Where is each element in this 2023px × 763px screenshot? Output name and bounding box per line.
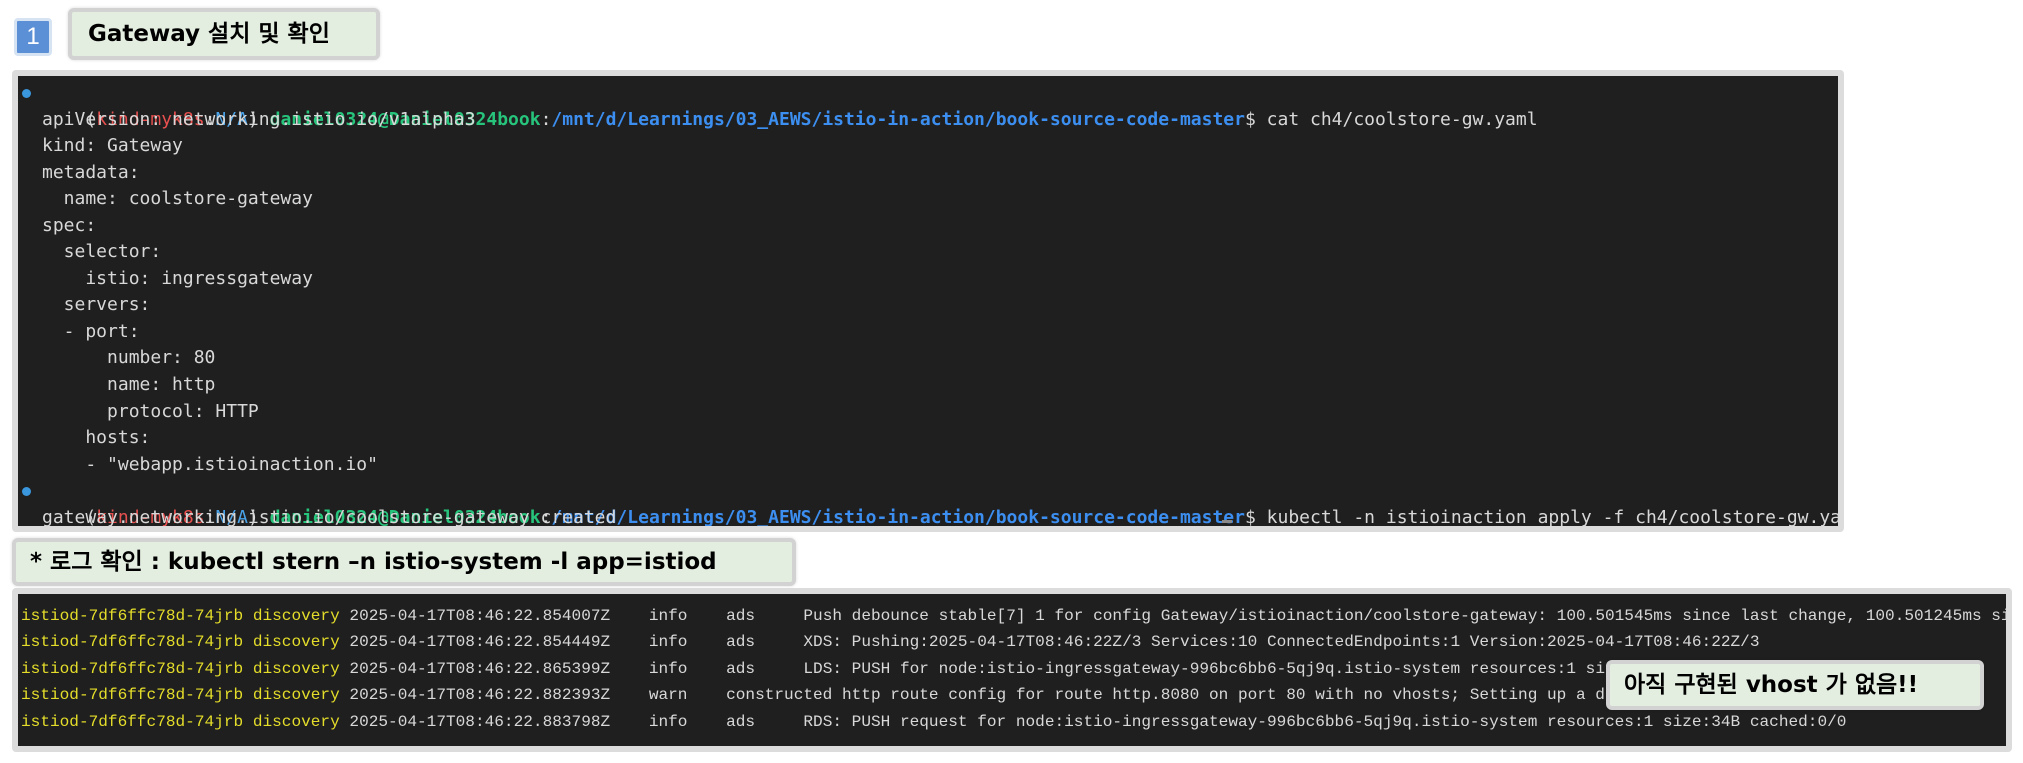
prompt-line: (kind-myk8s:N/A) daniel0324@Daniel0324bo… xyxy=(22,80,1838,130)
terminal-gateway-apply[interactable]: (kind-myk8s:N/A) daniel0324@Daniel0324bo… xyxy=(12,70,1844,532)
yaml-line: istio: ingressgateway xyxy=(42,267,313,289)
yaml-line: metadata: xyxy=(42,161,140,183)
log-message: constructed http route config for route … xyxy=(726,686,1760,705)
log-level: info xyxy=(648,659,688,678)
log-message: Push debounce stable[7] 1 for config Gat… xyxy=(803,607,2011,625)
log-time: 2025-04-17T08:46:22.854007Z xyxy=(349,607,611,625)
prompt-dot-icon xyxy=(22,89,31,98)
log-scope: ads xyxy=(726,633,756,652)
log-scope: ads xyxy=(726,607,756,625)
scrollbar-thumb[interactable] xyxy=(1222,520,1232,523)
log-pod: istiod-7df6ffc78d-74jrb xyxy=(21,659,244,678)
prompt-line: (kind-myk8s:N/A) daniel0324@Daniel0324bo… xyxy=(22,478,1838,526)
log-time: 2025-04-17T08:46:22.865399Z xyxy=(349,659,611,678)
log-line: istiod-7df6ffc78d-74jrb discovery 2025-0… xyxy=(21,603,2006,629)
log-container: discovery xyxy=(252,607,340,625)
log-container: discovery xyxy=(252,686,340,705)
prompt-dot-icon xyxy=(22,487,31,497)
step-number-badge: 1 xyxy=(14,18,52,56)
yaml-line: - "webapp.istioinaction.io" xyxy=(42,453,378,475)
log-container: discovery xyxy=(252,633,340,652)
log-level: info xyxy=(648,607,688,625)
step-title: Gateway 설치 및 확인 xyxy=(68,8,380,60)
yaml-line: hosts: xyxy=(42,427,151,449)
yaml-line: spec: xyxy=(42,214,97,236)
log-pod: istiod-7df6ffc78d-74jrb xyxy=(21,686,244,705)
log-container: discovery xyxy=(252,712,340,731)
log-time: 2025-04-17T08:46:22.882393Z xyxy=(349,686,611,705)
yaml-line: apiVersion: networking.istio.io/v1alpha3 xyxy=(42,108,476,130)
log-level: warn xyxy=(648,686,688,705)
log-message: LDS: PUSH for node:istio-ingressgateway-… xyxy=(803,659,1683,678)
vhost-note: 아직 구현된 vhost 가 없음!! xyxy=(1606,660,1984,710)
log-command-note: * 로그 확인 : kubectl stern –n istio-system … xyxy=(12,538,796,586)
log-pod: istiod-7df6ffc78d-74jrb xyxy=(21,607,244,625)
yaml-line: protocol: HTTP xyxy=(42,400,259,422)
yaml-line: selector: xyxy=(42,241,162,263)
log-scope: ads xyxy=(726,659,756,678)
yaml-line: name: http xyxy=(42,374,216,396)
log-message: XDS: Pushing:2025-04-17T08:46:22Z/3 Serv… xyxy=(803,633,1760,652)
log-pod: istiod-7df6ffc78d-74jrb xyxy=(21,712,244,731)
yaml-line: number: 80 xyxy=(42,347,216,369)
log-scope: ads xyxy=(726,712,756,731)
command-output: gateway.networking.istio.io/coolstore-ga… xyxy=(42,506,617,528)
log-time: 2025-04-17T08:46:22.883798Z xyxy=(349,712,611,731)
yaml-line: kind: Gateway xyxy=(42,135,183,157)
log-time: 2025-04-17T08:46:22.854449Z xyxy=(349,633,611,652)
yaml-line: servers: xyxy=(42,294,151,316)
log-line: istiod-7df6ffc78d-74jrb discovery 2025-0… xyxy=(21,709,2006,735)
log-line: istiod-7df6ffc78d-74jrb discovery 2025-0… xyxy=(21,629,2006,655)
yaml-line: name: coolstore-gateway xyxy=(42,188,313,210)
log-message: RDS: PUSH request for node:istio-ingress… xyxy=(803,712,1847,731)
log-level: info xyxy=(648,712,688,731)
yaml-line: - port: xyxy=(42,320,140,342)
log-pod: istiod-7df6ffc78d-74jrb xyxy=(21,633,244,652)
log-level: info xyxy=(648,633,688,652)
log-container: discovery xyxy=(252,659,340,678)
